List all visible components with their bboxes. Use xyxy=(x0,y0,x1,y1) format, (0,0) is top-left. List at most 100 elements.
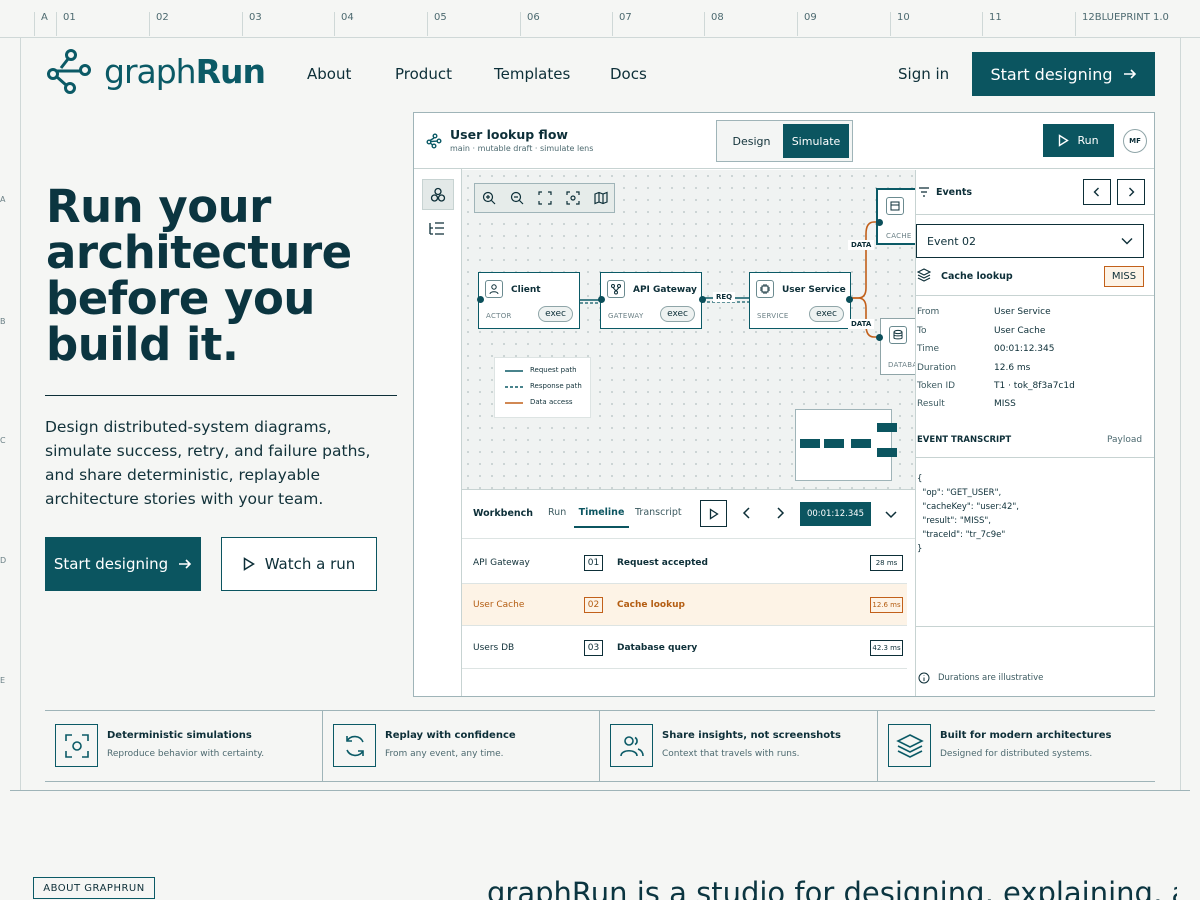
chevron-right-icon xyxy=(777,507,785,519)
timeline-collapse-button[interactable] xyxy=(884,507,898,521)
ruler-col: 04 xyxy=(334,12,354,36)
ruler-col: 02 xyxy=(149,12,169,36)
timeline-prev-button[interactable] xyxy=(740,506,754,520)
row-number: 03 xyxy=(584,640,603,656)
transcript-title: EVENT TRANSCRIPT xyxy=(917,435,1012,445)
edge-legend: Request path Response path Data access xyxy=(494,357,591,418)
feature-desc: From any event, any time. xyxy=(385,749,504,759)
about-headline: graphRun is a studio for designing, expl… xyxy=(487,876,1177,900)
field-key: From xyxy=(917,307,940,317)
chip-icon xyxy=(756,280,774,298)
port-dot[interactable] xyxy=(699,296,706,303)
field-key: Token ID xyxy=(917,381,956,391)
hero-divider xyxy=(45,395,397,396)
ruler-row: C xyxy=(0,436,6,445)
edge-label-data: DATA xyxy=(848,319,875,329)
field-value: 12.6 ms xyxy=(994,363,1031,373)
brand-logo[interactable]: graphRun xyxy=(46,48,266,94)
diagram-canvas[interactable]: Client ACTOR exec API Gateway GATEWAY ex… xyxy=(462,170,940,489)
components-tool[interactable] xyxy=(422,179,454,210)
mode-simulate[interactable]: Simulate xyxy=(783,124,849,158)
frame-line xyxy=(1180,38,1181,790)
left-rail xyxy=(414,169,462,696)
features-bottom-line xyxy=(45,781,1155,782)
tree-list-icon xyxy=(429,222,444,235)
focus-icon xyxy=(55,724,98,767)
minimap[interactable] xyxy=(795,409,897,481)
mode-design[interactable]: Design xyxy=(720,124,783,158)
port-dot[interactable] xyxy=(846,296,853,303)
tab-transcript[interactable]: Transcript xyxy=(635,507,682,518)
feature-card: Deterministic simulations Reproduce beha… xyxy=(45,711,323,781)
frame-line xyxy=(20,38,21,790)
legend-item: Request path xyxy=(530,366,577,374)
transcript-code: { "op": "GET_USER", "cacheKey": "user:42… xyxy=(917,472,1019,556)
layers-icon xyxy=(917,268,931,282)
event-prev-button[interactable] xyxy=(1083,179,1111,205)
timeline-clock: 00:01:12.345 xyxy=(800,502,871,526)
legend-swatches xyxy=(505,370,523,404)
gateway-icon xyxy=(607,280,625,298)
ruler-row: B xyxy=(0,317,6,326)
payload-link[interactable]: Payload xyxy=(1107,435,1142,445)
node-kind: GATEWAY xyxy=(608,312,644,320)
sign-in-link[interactable]: Sign in xyxy=(898,65,949,83)
hero-cta-label: Start designing xyxy=(53,555,169,573)
nav-templates[interactable]: Templates xyxy=(494,65,570,83)
run-label: Run xyxy=(1077,134,1099,147)
node-user-service[interactable]: User Service SERVICE exec xyxy=(749,272,851,329)
top-ruler: A 01 02 03 04 05 06 07 08 09 10 11 12BLU… xyxy=(0,0,1200,38)
run-button[interactable]: Run xyxy=(1043,124,1114,157)
events-divider xyxy=(915,457,1154,458)
feature-card: Replay with confidence From any event, a… xyxy=(322,711,600,781)
events-title: Events xyxy=(936,187,973,198)
arrow-right-icon xyxy=(179,559,192,569)
graph-icon xyxy=(426,133,442,149)
status-badge: MISS xyxy=(1104,266,1144,287)
event-select[interactable]: Event 02 xyxy=(916,224,1144,258)
tab-run[interactable]: Run xyxy=(548,507,566,518)
nav-product[interactable]: Product xyxy=(395,65,452,83)
tab-timeline[interactable]: Timeline xyxy=(574,499,629,528)
feature-title: Replay with confidence xyxy=(385,730,516,741)
frame-line xyxy=(10,790,1190,791)
chevron-down-icon xyxy=(1121,238,1133,245)
info-icon xyxy=(918,672,930,684)
events-divider xyxy=(915,626,1154,627)
nav-about[interactable]: About xyxy=(307,65,351,83)
hero-start-designing-button[interactable]: Start designing xyxy=(45,537,201,591)
play-icon xyxy=(1059,134,1070,147)
port-dot[interactable] xyxy=(598,296,605,303)
timeline-next-button[interactable] xyxy=(773,506,787,520)
ruler-col: 08 xyxy=(704,12,724,36)
field-value: User Service xyxy=(994,307,1051,317)
field-key: Result xyxy=(917,399,945,409)
brand-bold: Run xyxy=(195,51,266,91)
watch-a-run-button[interactable]: Watch a run xyxy=(221,537,377,591)
event-next-button[interactable] xyxy=(1117,179,1145,205)
field-key: Duration xyxy=(917,363,957,373)
header-start-designing-button[interactable]: Start designing xyxy=(972,52,1155,96)
timeline-row[interactable]: Users DB 03 Database query 42.3 ms xyxy=(462,627,907,669)
timeline-row[interactable]: API Gateway 01 Request accepted 28 ms xyxy=(462,542,907,584)
filter-list-icon xyxy=(919,187,929,197)
header-cta-label: Start designing xyxy=(990,64,1113,84)
graph-logo-icon xyxy=(47,49,91,94)
app-window: User lookup flow main · mutable draft · … xyxy=(413,112,1155,697)
port-dot[interactable] xyxy=(876,334,883,341)
node-api-gateway[interactable]: API Gateway GATEWAY exec xyxy=(600,272,702,329)
flow-subtitle: main · mutable draft · simulate lens xyxy=(450,144,594,153)
port-dot[interactable] xyxy=(876,219,883,226)
port-dot[interactable] xyxy=(477,296,484,303)
code-line: } xyxy=(917,544,923,554)
feature-title: Deterministic simulations xyxy=(107,730,252,741)
edge-label-data: DATA xyxy=(848,240,875,250)
node-kind: CACHE xyxy=(886,232,912,240)
code-line: { xyxy=(917,474,923,484)
outline-tool[interactable] xyxy=(428,221,446,237)
avatar[interactable]: MF xyxy=(1123,129,1147,153)
timeline-row-selected[interactable]: User Cache 02 Cache lookup 12.6 ms xyxy=(462,584,907,626)
node-client[interactable]: Client ACTOR exec xyxy=(478,272,580,329)
timeline-play-button[interactable] xyxy=(700,500,727,527)
nav-docs[interactable]: Docs xyxy=(610,65,647,83)
